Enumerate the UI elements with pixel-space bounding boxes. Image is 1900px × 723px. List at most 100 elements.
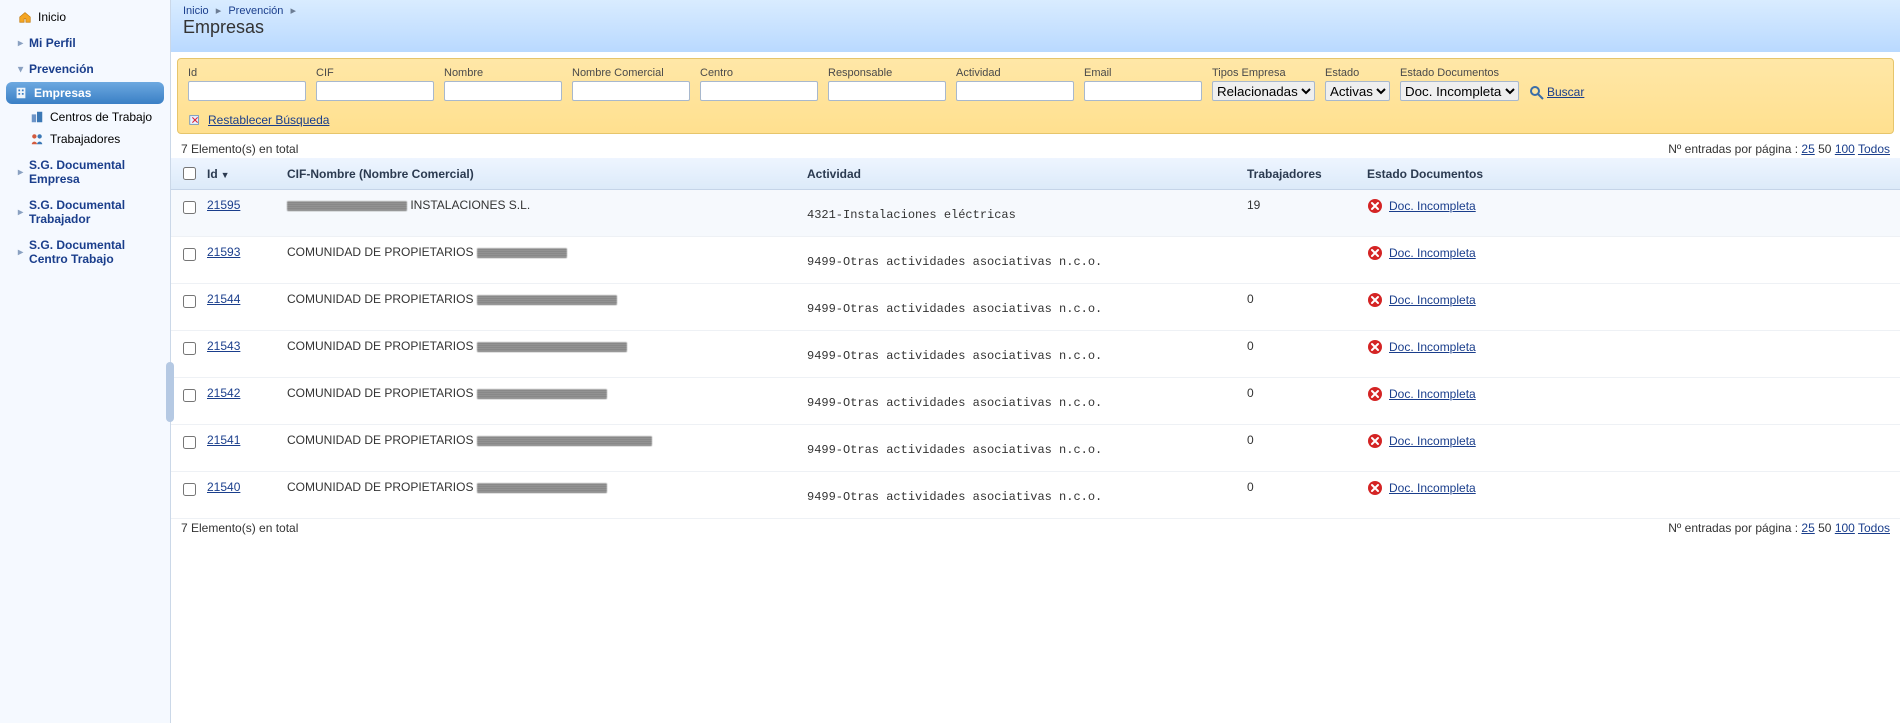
row-actividad: 9499-Otras actividades asociativas n.c.o… [807,245,1231,269]
lbl-email: Email [1084,67,1202,79]
row-id-link[interactable]: 21595 [207,198,240,212]
sidebar-miperfil-label: Mi Perfil [29,36,76,50]
lbl-tipos: Tipos Empresa [1212,67,1315,79]
pager-todos-b[interactable]: Todos [1858,521,1890,535]
row-estado-link[interactable]: Doc. Incompleta [1389,199,1476,213]
error-icon [1367,292,1383,308]
table-row: 21540 COMUNIDAD DE PROPIETARIOS 9499-Otr… [171,472,1900,519]
error-icon [1367,245,1383,261]
pager-50[interactable]: 50 [1818,142,1831,156]
result-count-top: 7 Elemento(s) en total [181,142,298,156]
row-estado-link[interactable]: Doc. Incompleta [1389,434,1476,448]
row-checkbox[interactable] [183,483,196,496]
sidebar-sgtrabajador-label: S.G. Documental Trabajador [29,198,160,226]
row-id-link[interactable]: 21544 [207,292,240,306]
row-actividad: 9499-Otras actividades asociativas n.c.o… [807,480,1231,504]
breadcrumb-sep2: ▸ [286,5,300,17]
lbl-responsable: Responsable [828,67,946,79]
search-cif-input[interactable] [316,81,434,101]
row-checkbox[interactable] [183,201,196,214]
row-id-link[interactable]: 21543 [207,339,240,353]
search-ncomercial-input[interactable] [572,81,690,101]
pager-100[interactable]: 100 [1835,142,1855,156]
sidebar: Inicio ▸Mi Perfil ▸Prevención Empresas C… [0,0,171,723]
pager-100-b[interactable]: 100 [1835,521,1855,535]
search-estadodocs-select[interactable]: Doc. Incompleta [1400,81,1519,101]
sidebar-item-centros[interactable]: Centros de Trabajo [0,106,170,128]
search-id-input[interactable] [188,81,306,101]
row-checkbox[interactable] [183,342,196,355]
lbl-estadodocs: Estado Documentos [1400,67,1519,79]
pager-label-b: Nº entradas por página : [1668,521,1798,535]
sidebar-item-prevencion[interactable]: ▸Prevención [0,54,170,80]
row-checkbox[interactable] [183,295,196,308]
search-responsable-input[interactable] [828,81,946,101]
row-id-link[interactable]: 21541 [207,433,240,447]
sidebar-item-mi-perfil[interactable]: ▸Mi Perfil [0,28,170,54]
row-id-link[interactable]: 21593 [207,245,240,259]
row-estado-link[interactable]: Doc. Incompleta [1389,481,1476,495]
table-row: 21593 COMUNIDAD DE PROPIETARIOS 9499-Otr… [171,237,1900,284]
home-icon [18,10,32,24]
header-cif[interactable]: CIF-Nombre (Nombre Comercial) [279,158,799,190]
pager-todos[interactable]: Todos [1858,142,1890,156]
row-estado-link[interactable]: Doc. Incompleta [1389,293,1476,307]
header-id[interactable]: Id▼ [199,158,279,190]
row-trabajadores: 0 [1247,339,1254,353]
pager-top: Nº entradas por página : 25 50 100 Todos [1668,142,1890,156]
sidebar-item-empresas[interactable]: Empresas [6,82,164,104]
header-estado-docs[interactable]: Estado Documentos [1359,158,1900,190]
row-estado-link[interactable]: Doc. Incompleta [1389,246,1476,260]
sidebar-item-inicio[interactable]: Inicio [0,6,170,28]
pager-25[interactable]: 25 [1801,142,1814,156]
row-checkbox[interactable] [183,248,196,261]
search-actividad-input[interactable] [956,81,1074,101]
search-centro-input[interactable] [700,81,818,101]
header-trabajadores[interactable]: Trabajadores [1239,158,1359,190]
error-icon [1367,480,1383,496]
sidebar-inicio-label: Inicio [38,10,66,24]
row-actividad: 9499-Otras actividades asociativas n.c.o… [807,339,1231,363]
row-trabajadores: 0 [1247,292,1254,306]
header-band: Inicio ▸ Prevención ▸ Empresas [171,0,1900,52]
reset-search-link[interactable]: Restablecer Búsqueda [208,113,329,127]
row-id-link[interactable]: 21540 [207,480,240,494]
sidebar-item-sg-empresa[interactable]: ▸S.G. Documental Empresa [0,150,170,190]
row-checkbox[interactable] [183,436,196,449]
header-actividad[interactable]: Actividad [799,158,1239,190]
search-button[interactable]: Buscar [1529,85,1584,101]
sidebar-item-sg-centro[interactable]: ▸S.G. Documental Centro Trabajo [0,230,170,270]
search-button-label: Buscar [1547,85,1584,99]
row-estado-link[interactable]: Doc. Incompleta [1389,340,1476,354]
lbl-actividad: Actividad [956,67,1074,79]
result-count-bottom: 7 Elemento(s) en total [181,521,298,535]
search-nombre-input[interactable] [444,81,562,101]
sidebar-resize-handle[interactable] [166,362,174,422]
select-all-checkbox[interactable] [183,167,196,180]
row-estado-link[interactable]: Doc. Incompleta [1389,387,1476,401]
row-actividad: 9499-Otras actividades asociativas n.c.o… [807,292,1231,316]
breadcrumb-prevencion[interactable]: Prevención [228,5,283,17]
search-email-input[interactable] [1084,81,1202,101]
pager-label: Nº entradas por página : [1668,142,1798,156]
search-estado-select[interactable]: Activas [1325,81,1390,101]
sidebar-item-trabajadores[interactable]: Trabajadores [0,128,170,150]
row-cif-name: COMUNIDAD DE PROPIETARIOS [287,480,607,494]
error-icon [1367,339,1383,355]
breadcrumb-sep: ▸ [212,5,226,17]
sidebar-item-sg-trabajador[interactable]: ▸S.G. Documental Trabajador [0,190,170,230]
pager-50-b[interactable]: 50 [1818,521,1831,535]
search-icon [1529,85,1543,99]
error-icon [1367,433,1383,449]
pager-bottom: Nº entradas por página : 25 50 100 Todos [1668,521,1890,535]
row-checkbox[interactable] [183,389,196,402]
row-id-link[interactable]: 21542 [207,386,240,400]
page-title: Empresas [183,17,1888,38]
workers-icon [30,132,44,146]
search-tipos-select[interactable]: Relacionadas [1212,81,1315,101]
sidebar-sgempresa-label: S.G. Documental Empresa [29,158,160,186]
pager-25-b[interactable]: 25 [1801,521,1814,535]
breadcrumb-inicio[interactable]: Inicio [183,5,209,17]
table-row: 21544 COMUNIDAD DE PROPIETARIOS 9499-Otr… [171,284,1900,331]
lbl-ncomercial: Nombre Comercial [572,67,690,79]
